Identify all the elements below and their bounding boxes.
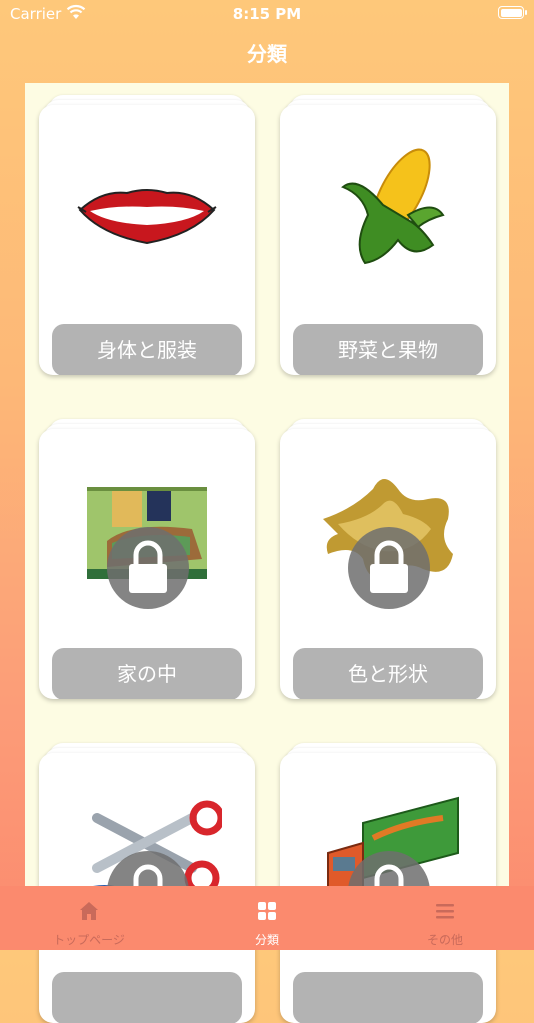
tab-categories[interactable]: 分類 — [178, 886, 356, 950]
lock-icon — [107, 527, 189, 609]
category-label[interactable]: 色と形状 — [293, 648, 483, 699]
tab-categories-label: 分類 — [254, 933, 279, 947]
battery-icon — [498, 6, 527, 19]
home-icon — [80, 902, 98, 920]
tab-bar: トップページ 分類 その他 — [0, 886, 534, 950]
category-card-home[interactable]: 家の中 — [39, 419, 255, 699]
category-label[interactable] — [293, 972, 483, 1023]
category-label[interactable] — [52, 972, 242, 1023]
corn-icon — [341, 148, 445, 265]
category-grid[interactable]: 身体と服装 野菜と果物 家の中 色と形状 — [25, 83, 509, 1023]
tab-home[interactable]: トップページ — [0, 886, 178, 950]
lips-icon — [77, 189, 217, 245]
menu-icon — [436, 904, 454, 919]
lock-icon — [348, 527, 430, 609]
category-card-body[interactable]: 身体と服装 — [39, 95, 255, 375]
clock: 8:15 PM — [232, 5, 302, 23]
category-card-vegetables[interactable]: 野菜と果物 — [280, 95, 496, 375]
tab-home-label: トップページ — [53, 933, 125, 947]
category-card-colors-shapes[interactable]: 色と形状 — [280, 419, 496, 699]
status-bar: Carrier 8:15 PM — [0, 0, 534, 28]
tab-more[interactable]: その他 — [356, 886, 534, 950]
category-label[interactable]: 家の中 — [52, 648, 242, 699]
tab-more-label: その他 — [426, 933, 463, 947]
grid-icon — [258, 902, 276, 920]
category-label[interactable]: 身体と服装 — [52, 324, 242, 375]
page-title: 分類 — [247, 42, 287, 66]
category-label[interactable]: 野菜と果物 — [293, 324, 483, 375]
